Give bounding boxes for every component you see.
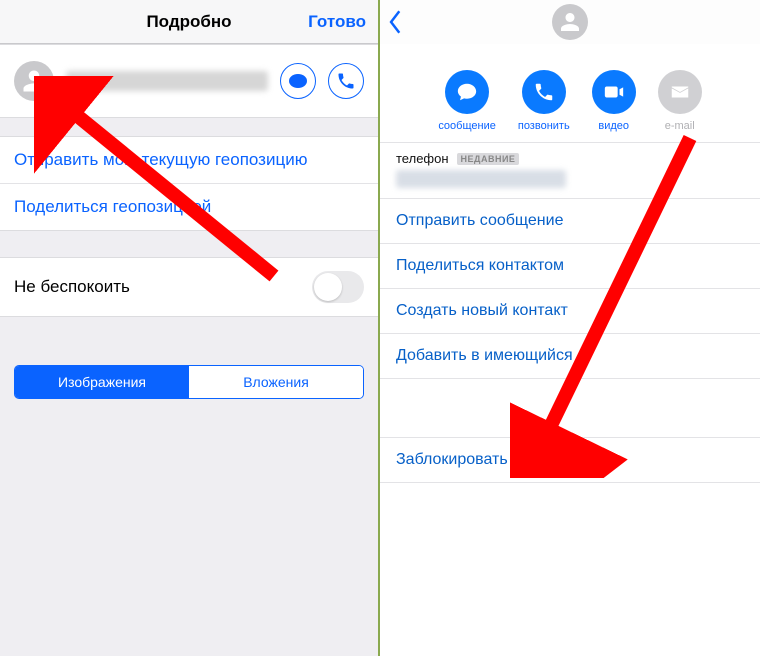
details-title: Подробно	[146, 12, 231, 32]
action-video-label: видео	[598, 120, 629, 132]
details-pane: Подробно Готово Отправить мою текущую ге…	[0, 0, 380, 656]
back-button[interactable]	[386, 8, 406, 41]
message-icon	[456, 81, 478, 103]
chat-bubble-icon	[289, 74, 307, 88]
phone-icon	[336, 71, 356, 91]
avatar-icon	[14, 61, 54, 101]
phone-icon	[533, 81, 555, 103]
action-email: e-mail	[658, 70, 702, 132]
add-existing-row[interactable]: Добавить в имеющийся	[380, 333, 760, 379]
call-button[interactable]	[328, 63, 364, 99]
message-button[interactable]	[280, 63, 316, 99]
action-email-label: e-mail	[665, 120, 695, 132]
email-icon	[669, 81, 691, 103]
contact-number-blurred	[66, 71, 268, 91]
action-message-label: сообщение	[438, 120, 496, 132]
share-location-row[interactable]: Поделиться геопозицией	[0, 184, 378, 231]
right-header	[380, 0, 760, 44]
phone-number-blurred	[396, 170, 566, 188]
do-not-disturb-row: Не беспокоить	[0, 257, 378, 317]
action-call-label: позвонить	[518, 120, 570, 132]
contact-avatar-icon	[552, 4, 588, 40]
action-video[interactable]: видео	[592, 70, 636, 132]
contact-card-pane: сообщение позвонить видео e-mail телефон…	[380, 0, 760, 656]
dnd-label: Не беспокоить	[14, 277, 130, 297]
send-message-row[interactable]: Отправить сообщение	[380, 198, 760, 243]
recent-badge: НЕДАВНИЕ	[457, 153, 520, 165]
segment-images[interactable]: Изображения	[15, 366, 189, 398]
send-location-row[interactable]: Отправить мою текущую геопозицию	[0, 136, 378, 184]
block-contact-row[interactable]: Заблокировать абонента	[380, 437, 760, 483]
create-contact-row[interactable]: Создать новый контакт	[380, 288, 760, 333]
phone-field-label: телефон	[396, 151, 449, 166]
chevron-left-icon	[386, 8, 406, 36]
action-buttons-row: сообщение позвонить видео e-mail	[380, 44, 760, 142]
video-icon	[603, 81, 625, 103]
dnd-switch[interactable]	[312, 271, 364, 303]
segmented-control[interactable]: Изображения Вложения	[14, 365, 364, 399]
action-message[interactable]: сообщение	[438, 70, 496, 132]
done-button[interactable]: Готово	[308, 12, 366, 32]
phone-section[interactable]: телефон НЕДАВНИЕ	[380, 142, 760, 198]
action-call[interactable]: позвонить	[518, 70, 570, 132]
share-contact-row[interactable]: Поделиться контактом	[380, 243, 760, 288]
left-header: Подробно Готово	[0, 0, 378, 44]
segment-attachments[interactable]: Вложения	[189, 366, 363, 398]
contact-row[interactable]	[0, 44, 378, 118]
